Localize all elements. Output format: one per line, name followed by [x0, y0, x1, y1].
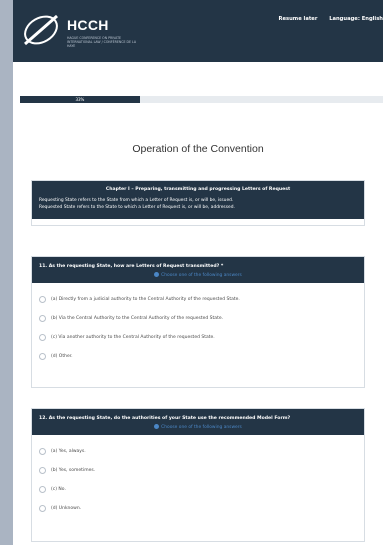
chapter-text-line: Requested State refers to the State to w…	[39, 205, 235, 210]
question-header: 12. As the requesting State, do the auth…	[32, 409, 364, 435]
option-label: (b) Via the Central Authority to the Cen…	[51, 316, 224, 321]
option-label: (d) Other.	[51, 354, 73, 359]
option-label: (a) Directly from a judicial authority t…	[51, 297, 240, 302]
info-icon	[154, 272, 160, 277]
answer-option[interactable]: (b) Yes, sometimes.	[39, 461, 357, 480]
question-card-12: 12. As the requesting State, do the auth…	[31, 408, 365, 542]
resume-later-link[interactable]: Resume later	[279, 16, 318, 22]
chapter-text-line: Requesting State refers to the State fro…	[39, 198, 234, 203]
brand-name: HCCH	[67, 17, 109, 33]
answer-options: (a) Yes, always. (b) Yes, sometimes. (c)…	[32, 435, 364, 524]
answer-option[interactable]: (d) Unknown.	[39, 499, 357, 518]
radio-button[interactable]	[39, 315, 46, 322]
radio-button[interactable]	[39, 296, 46, 303]
question-header: 11. As the requesting State, how are Let…	[32, 257, 364, 283]
option-label: (d) Unknown.	[51, 506, 82, 511]
info-icon	[154, 424, 160, 429]
radio-button[interactable]	[39, 334, 46, 341]
top-links: Resume later Language: English	[269, 16, 383, 22]
answer-option[interactable]: (c) No.	[39, 480, 357, 499]
question-title: 11. As the requesting State, how are Let…	[39, 264, 224, 269]
question-hint: Choose one of the following answers	[39, 424, 357, 430]
question-title: 12. As the requesting State, do the auth…	[39, 416, 291, 421]
option-label: (b) Yes, sometimes.	[51, 468, 96, 473]
top-bar: HCCH HAGUE CONFERENCE ON PRIVATE INTERNA…	[13, 0, 383, 62]
radio-button[interactable]	[39, 467, 46, 474]
hint-text: Choose one of the following answers	[161, 425, 242, 430]
answer-options: (a) Directly from a judicial authority t…	[32, 283, 364, 372]
language-selector[interactable]: Language: English	[329, 16, 383, 22]
hcch-logo-icon	[24, 14, 58, 46]
radio-button[interactable]	[39, 505, 46, 512]
progress-bar: 33%	[20, 96, 383, 103]
answer-option[interactable]: (a) Directly from a judicial authority t…	[39, 290, 357, 309]
radio-button[interactable]	[39, 353, 46, 360]
radio-button[interactable]	[39, 486, 46, 493]
answer-option[interactable]: (a) Yes, always.	[39, 442, 357, 461]
survey-page: HCCH HAGUE CONFERENCE ON PRIVATE INTERNA…	[13, 0, 383, 545]
chapter-title: Chapter I – Preparing, transmitting and …	[105, 187, 291, 192]
hint-text: Choose one of the following answers	[161, 273, 242, 278]
brand-subtitle: HAGUE CONFERENCE ON PRIVATE INTERNATIONA…	[67, 36, 137, 48]
page-title: Operation of the Convention	[132, 143, 264, 155]
option-label: (c) Via another authority to the Central…	[51, 335, 215, 340]
answer-option[interactable]: (d) Other.	[39, 347, 357, 366]
radio-button[interactable]	[39, 448, 46, 455]
answer-option[interactable]: (b) Via the Central Authority to the Cen…	[39, 309, 357, 328]
option-label: (a) Yes, always.	[51, 449, 86, 454]
option-label: (c) No.	[51, 487, 66, 492]
question-card-11: 11. As the requesting State, how are Let…	[31, 256, 365, 388]
progress-fill: 33%	[20, 96, 140, 103]
question-hint: Choose one of the following answers	[39, 272, 357, 278]
answer-option[interactable]: (c) Via another authority to the Central…	[39, 328, 357, 347]
chapter-card: Chapter I – Preparing, transmitting and …	[31, 180, 365, 226]
chapter-header: Chapter I – Preparing, transmitting and …	[32, 181, 364, 219]
